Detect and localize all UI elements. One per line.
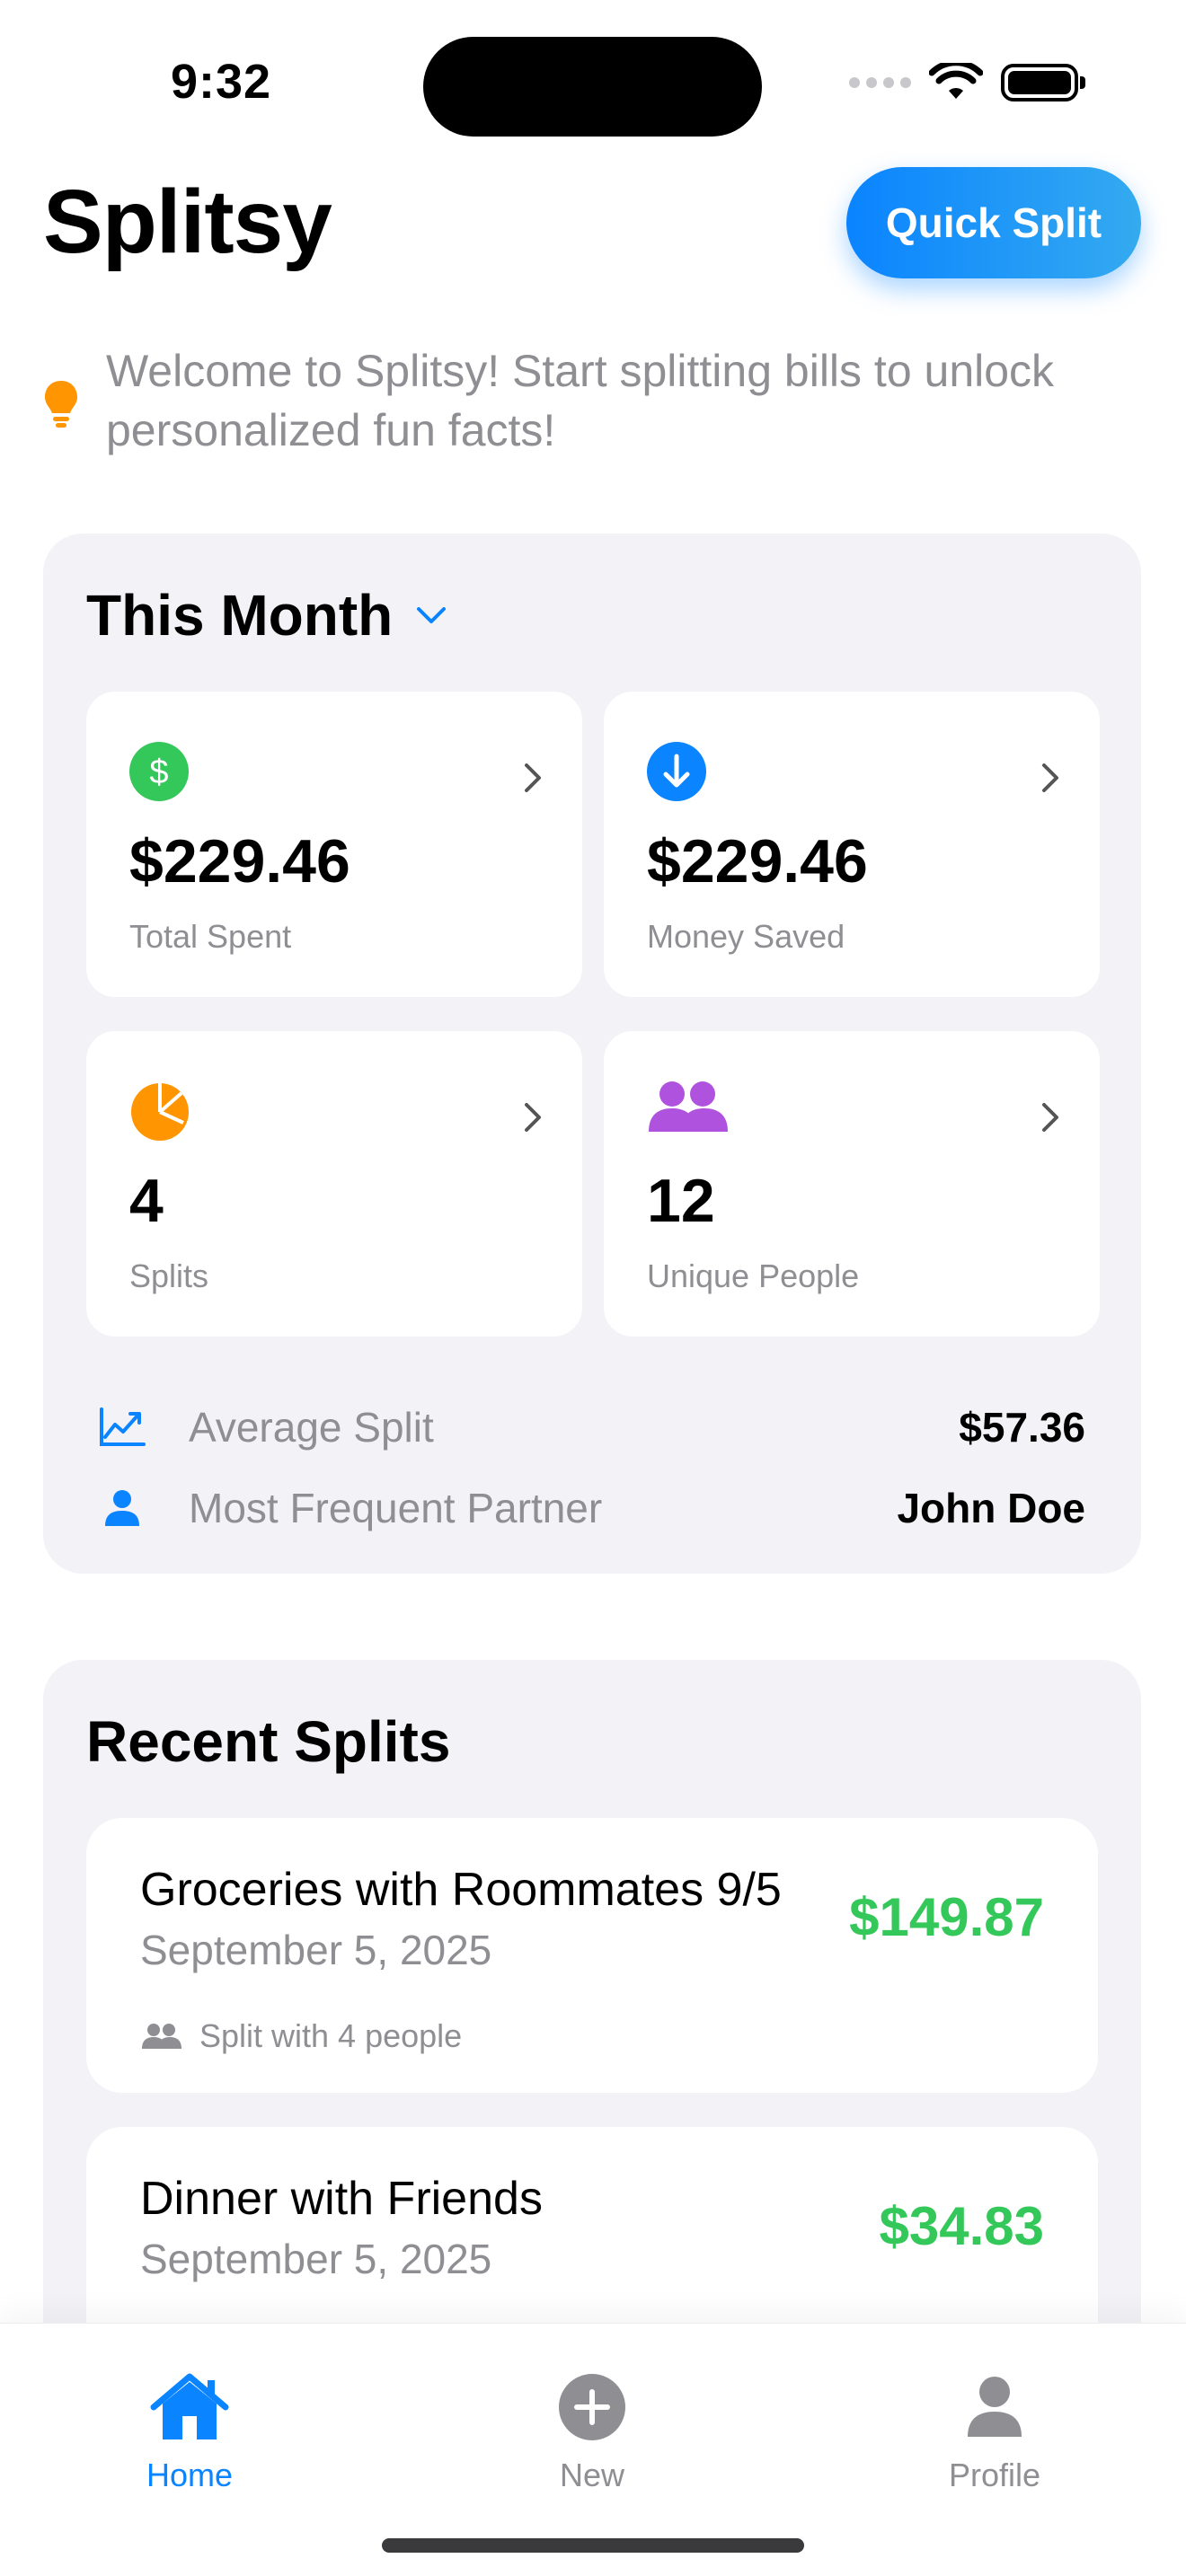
- dollar-circle-icon: $: [129, 742, 189, 801]
- lightbulb-icon: [45, 381, 77, 428]
- arrow-down-circle-icon: [647, 742, 706, 801]
- split-date: September 5, 2025: [140, 1927, 492, 1973]
- battery-icon: [1001, 64, 1085, 101]
- tab-profile[interactable]: Profile: [887, 2367, 1102, 2494]
- period-title: This Month: [86, 583, 394, 648]
- quick-split-button[interactable]: Quick Split: [846, 167, 1141, 278]
- tile-value: 4: [129, 1167, 164, 1235]
- svg-text:$: $: [149, 754, 168, 791]
- split-amount: $149.87: [849, 1887, 1044, 1947]
- person-icon: [968, 2377, 1022, 2437]
- tab-label: New: [559, 2457, 625, 2493]
- fun-fact-text: Welcome to Splitsy! Start splitting bill…: [106, 346, 1055, 455]
- tab-label: Home: [146, 2457, 234, 2493]
- period-selector[interactable]: This Month: [86, 582, 447, 648]
- status-indicators: [849, 63, 1085, 102]
- this-month-card: This Month $ $229.46 Total Spent $229.46…: [43, 534, 1141, 1574]
- tile-label: Unique People: [647, 1257, 860, 1294]
- status-time: 9:32: [171, 55, 272, 109]
- wifi-icon: [929, 63, 983, 99]
- tab-label: Profile: [948, 2457, 1041, 2493]
- metric-label: Most Frequent Partner: [189, 1485, 603, 1531]
- unique-people-tile[interactable]: 12 Unique People: [604, 1031, 1100, 1337]
- split-amount: $34.83: [879, 2196, 1044, 2256]
- chevron-right-icon: [1042, 763, 1058, 792]
- trend-chart-icon: [100, 1407, 146, 1446]
- chevron-down-icon: [417, 607, 447, 623]
- chevron-right-icon: [525, 1103, 541, 1132]
- dynamic-island: [423, 37, 762, 137]
- metric-value: $57.36: [959, 1404, 1085, 1451]
- split-name: Groceries with Roommates 9/5: [140, 1864, 782, 1916]
- split-participants: Split with 4 people: [140, 2017, 462, 2055]
- tab-new[interactable]: New: [484, 2367, 700, 2494]
- house-icon: [150, 2373, 229, 2439]
- plus-circle-icon: [559, 2374, 625, 2440]
- tile-value: $229.46: [129, 827, 350, 895]
- split-name: Dinner with Friends: [140, 2173, 543, 2225]
- metric-value: John Doe: [897, 1485, 1085, 1531]
- tile-value: 12: [647, 1167, 715, 1235]
- people-icon: [649, 1081, 728, 1132]
- section-title: Recent Splits: [86, 1709, 451, 1774]
- split-date: September 5, 2025: [140, 2236, 492, 2282]
- total-spent-tile[interactable]: $ $229.46 Total Spent: [86, 692, 582, 997]
- splits-tile[interactable]: 4 Splits: [86, 1031, 582, 1337]
- metric-label: Average Split: [189, 1404, 434, 1451]
- cellular-signal-icon: [849, 77, 911, 88]
- chevron-right-icon: [525, 763, 541, 792]
- person-icon: [105, 1490, 139, 1526]
- frequent-partner-row: Most Frequent Partner John Doe: [97, 1477, 1085, 1539]
- tile-label: Splits: [129, 1257, 209, 1294]
- tab-home[interactable]: Home: [82, 2367, 297, 2494]
- participants-label: Split with 4 people: [199, 2017, 463, 2054]
- fun-fact-banner: Welcome to Splitsy! Start splitting bill…: [43, 341, 1148, 460]
- split-list-item[interactable]: Groceries with Roommates 9/5 September 5…: [86, 1818, 1098, 2093]
- tile-label: Total Spent: [129, 918, 292, 955]
- tile-value: $229.46: [647, 827, 868, 895]
- app-title: Splitsy: [43, 172, 332, 272]
- chevron-right-icon: [1042, 1103, 1058, 1132]
- tile-label: Money Saved: [647, 918, 845, 955]
- home-indicator: [382, 2538, 804, 2553]
- status-bar: 9:32: [0, 0, 1186, 153]
- pie-chart-icon: [131, 1083, 189, 1141]
- average-split-row: Average Split $57.36: [97, 1396, 1085, 1459]
- people-icon: [142, 2024, 181, 2049]
- money-saved-tile[interactable]: $229.46 Money Saved: [604, 692, 1100, 997]
